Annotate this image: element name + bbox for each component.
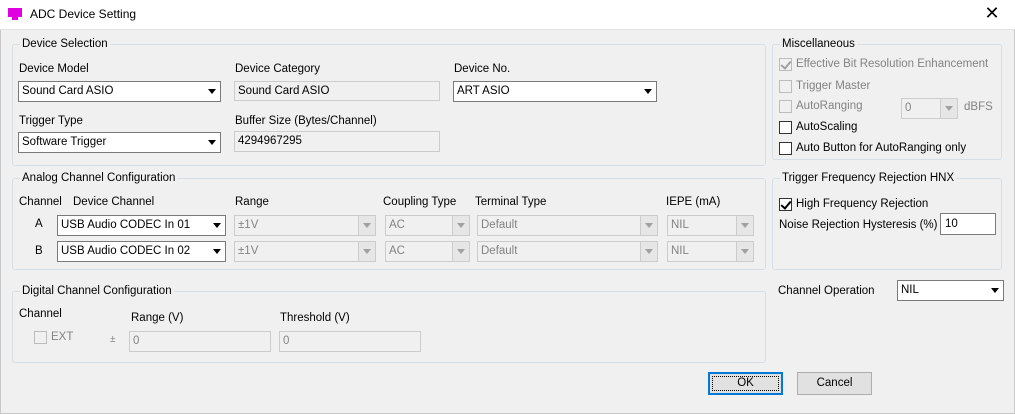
digital-range-label: Range (V)	[131, 312, 184, 324]
chevron-down-icon	[203, 82, 220, 101]
close-icon[interactable]: ✕	[969, 0, 1015, 29]
high-frequency-checkbox[interactable]	[779, 198, 792, 211]
analog-channel-title: Analog Channel Configuration	[20, 171, 178, 185]
app-icon	[8, 8, 22, 20]
analog-row-b-iepe-value: NIL	[671, 245, 689, 257]
channel-operation-value: NIL	[901, 284, 919, 296]
analog-header-coupling: Coupling Type	[383, 196, 457, 208]
high-frequency-label[interactable]: High Frequency Rejection	[796, 198, 928, 210]
auto-button-label[interactable]: Auto Button for AutoRanging only	[796, 142, 966, 154]
chevron-down-icon	[640, 242, 657, 261]
digital-channel-label: Channel	[19, 308, 62, 320]
cancel-button[interactable]: Cancel	[797, 372, 872, 395]
analog-row-a-channel: A	[35, 218, 43, 230]
chevron-down-icon	[203, 133, 220, 152]
device-no-label: Device No.	[454, 63, 511, 75]
auto-button-checkbox[interactable]	[779, 142, 792, 155]
device-category-label: Device Category	[235, 63, 321, 75]
analog-header-range: Range	[235, 196, 269, 208]
digital-channel-title: Digital Channel Configuration	[20, 284, 174, 298]
trigger-type-select[interactable]: Software Trigger	[18, 132, 221, 153]
channel-operation-select[interactable]: NIL	[897, 280, 1004, 301]
analog-row-a-range-value: ±1V	[238, 219, 259, 231]
analog-row-b-terminal-select: Default	[477, 241, 658, 262]
analog-header-channel: Channel	[19, 196, 62, 208]
analog-row-b-channel: B	[35, 245, 43, 257]
miscellaneous-title: Miscellaneous	[780, 37, 857, 51]
trigger-master-label: Trigger Master	[796, 80, 871, 92]
device-model-select[interactable]: Sound Card ASIO	[18, 81, 221, 102]
chevron-down-icon	[736, 242, 753, 261]
auto-ranging-value: 0	[905, 102, 912, 114]
analog-row-b-device-value: USB Audio CODEC In 02	[61, 245, 191, 257]
analog-row-a-iepe-select: NIL	[667, 215, 754, 236]
device-category-field: Sound Card ASIO	[234, 81, 440, 101]
analog-header-iepe: IEPE (mA)	[666, 196, 721, 208]
chevron-down-icon	[986, 281, 1003, 300]
plus-minus-symbol: ±	[110, 334, 116, 345]
chevron-down-icon	[208, 242, 225, 261]
analog-row-b-terminal-value: Default	[481, 245, 518, 257]
device-model-value: Sound Card ASIO	[22, 85, 114, 97]
analog-row-b-device-select[interactable]: USB Audio CODEC In 02	[57, 241, 226, 262]
ext-checkbox	[34, 331, 47, 344]
chevron-down-icon	[358, 216, 375, 235]
chevron-down-icon	[639, 82, 656, 101]
chevron-down-icon	[736, 216, 753, 235]
analog-header-terminal: Terminal Type	[475, 196, 547, 208]
chevron-down-icon	[452, 216, 469, 235]
buffer-size-label: Buffer Size (Bytes/Channel)	[235, 115, 377, 127]
ok-button[interactable]: OK	[708, 372, 783, 395]
analog-row-a-range-select: ±1V	[234, 215, 376, 236]
trigger-type-value: Software Trigger	[22, 136, 107, 148]
analog-row-a-device-select[interactable]: USB Audio CODEC In 01	[57, 215, 226, 236]
device-no-select[interactable]: ART ASIO	[453, 81, 657, 102]
analog-row-a-coupling-value: AC	[389, 219, 405, 231]
auto-scaling-label[interactable]: AutoScaling	[796, 121, 857, 133]
analog-row-b-iepe-select: NIL	[667, 241, 754, 262]
title-bar: ADC Device Setting ✕	[0, 0, 1015, 30]
chevron-down-icon	[640, 216, 657, 235]
auto-ranging-select: 0	[901, 98, 958, 119]
analog-row-b-coupling-select: AC	[385, 241, 470, 262]
buffer-size-field: 4294967295	[234, 131, 440, 152]
chevron-down-icon	[452, 242, 469, 261]
digital-threshold-field: 0	[279, 331, 421, 352]
window-title: ADC Device Setting	[30, 7, 137, 21]
cancel-label: Cancel	[816, 377, 853, 389]
effective-bit-checkbox	[779, 58, 792, 71]
chevron-down-icon	[358, 242, 375, 261]
digital-threshold-label: Threshold (V)	[280, 312, 350, 324]
analog-row-a-coupling-select: AC	[385, 215, 470, 236]
auto-ranging-checkbox	[779, 100, 792, 113]
digital-channel-group: Digital Channel Configuration	[12, 284, 766, 363]
chevron-down-icon	[208, 216, 225, 235]
trigger-rejection-title: Trigger Frequency Rejection HNX	[780, 171, 957, 185]
analog-row-b-range-value: ±1V	[238, 245, 259, 257]
analog-row-b-coupling-value: AC	[389, 245, 405, 257]
trigger-master-checkbox	[779, 80, 792, 93]
ext-label: EXT	[51, 331, 74, 343]
device-selection-title: Device Selection	[20, 37, 110, 51]
device-no-value: ART ASIO	[457, 85, 510, 97]
analog-row-a-terminal-value: Default	[481, 219, 518, 231]
trigger-type-label: Trigger Type	[19, 115, 83, 127]
chevron-down-icon	[940, 99, 957, 118]
digital-range-field: 0	[129, 331, 271, 352]
dbfs-label: dBFS	[964, 101, 993, 113]
auto-ranging-label: AutoRanging	[796, 100, 863, 112]
device-model-label: Device Model	[19, 63, 89, 75]
focus-rectangle	[712, 376, 779, 391]
effective-bit-label: Effective Bit Resolution Enhancement	[796, 58, 989, 70]
analog-row-a-iepe-value: NIL	[671, 219, 689, 231]
hysteresis-label: Noise Rejection Hysteresis (%)	[779, 219, 938, 231]
analog-header-device-channel: Device Channel	[73, 196, 155, 208]
channel-operation-label: Channel Operation	[778, 285, 875, 297]
analog-row-a-device-value: USB Audio CODEC In 01	[61, 219, 191, 231]
auto-scaling-checkbox[interactable]	[779, 121, 792, 134]
hysteresis-input[interactable]: 10	[940, 213, 996, 235]
analog-row-a-terminal-select: Default	[477, 215, 658, 236]
analog-row-b-range-select: ±1V	[234, 241, 376, 262]
